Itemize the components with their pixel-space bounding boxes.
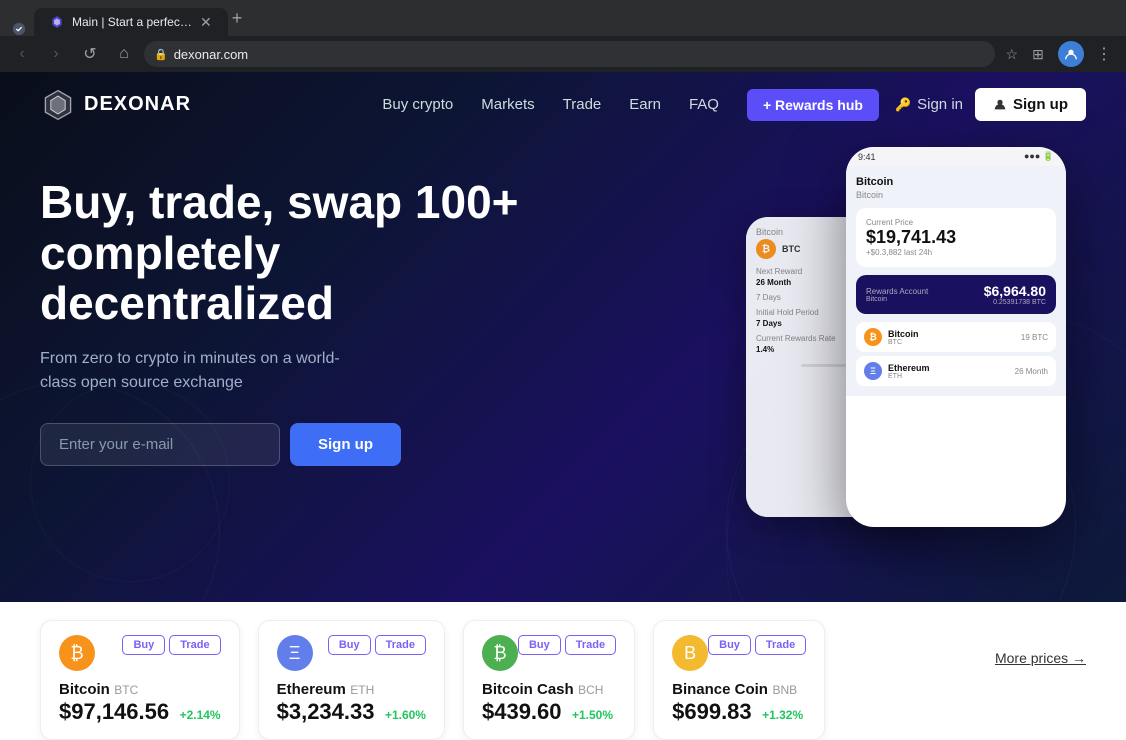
forward-button[interactable]: › xyxy=(42,40,70,68)
back-button[interactable]: ‹ xyxy=(8,40,36,68)
bnb-card-icon: B xyxy=(672,635,708,671)
nav-actions: 🔑 Sign in Sign up xyxy=(895,88,1086,121)
website: DEXONAR Buy crypto Markets Trade Earn FA… xyxy=(0,72,1126,602)
phone-price: $19,741.43 xyxy=(866,227,1046,248)
bch-card-buttons: Buy Trade xyxy=(518,635,616,655)
profile-button[interactable] xyxy=(1058,41,1084,67)
user-icon xyxy=(993,98,1007,112)
hero-section: Buy, trade, swap 100+ completely decentr… xyxy=(0,137,1126,466)
bch-card-icon: ₿ xyxy=(482,635,518,671)
eth-card-icon: Ξ xyxy=(277,635,313,671)
browser-menu-button[interactable]: ⋮ xyxy=(1090,40,1118,68)
bnb-card: B Buy Trade Binance Coin BNB $699.83 +1.… xyxy=(653,620,825,740)
bch-buy-button[interactable]: Buy xyxy=(518,635,561,655)
phone-signal-icons: ●●● 🔋 xyxy=(1024,151,1054,162)
btc-name: Bitcoin BTC xyxy=(59,681,221,699)
tab-title: Main | Start a perfect journey xyxy=(72,15,192,29)
eth-icon: Ξ xyxy=(864,362,882,380)
bch-card: ₿ Buy Trade Bitcoin Cash BCH $439.60 +1.… xyxy=(463,620,635,740)
btc-card-buttons: Buy Trade xyxy=(122,635,220,655)
bottom-section: ₿ Buy Trade Bitcoin BTC $97,146.56 +2.14… xyxy=(0,602,1126,740)
phone-time: 9:41 xyxy=(858,152,876,162)
btc-card-icon: ₿ xyxy=(59,635,95,671)
nav-links: Buy crypto Markets Trade Earn FAQ xyxy=(382,96,719,113)
key-icon: 🔑 xyxy=(895,97,911,113)
browser-chrome: Main | Start a perfect journey ✕ + ‹ › ↺… xyxy=(0,0,1126,72)
bnb-card-buttons: Buy Trade xyxy=(708,635,806,655)
email-input[interactable] xyxy=(40,423,280,466)
bnb-buy-button[interactable]: Buy xyxy=(708,635,751,655)
phone-price-card: Current Price $19,741.43 +$0.3,882 last … xyxy=(856,208,1056,267)
eth-buy-button[interactable]: Buy xyxy=(328,635,371,655)
nav-earn[interactable]: Earn xyxy=(629,96,661,113)
btc-trade-button[interactable]: Trade xyxy=(169,635,220,655)
phone-coin-btc: ₿ Bitcoin BTC 19 BTC xyxy=(856,322,1056,352)
phone-reward-card: Rewards Account Bitcoin $6,964.80 0.2539… xyxy=(856,275,1056,314)
bnb-trade-button[interactable]: Trade xyxy=(755,635,806,655)
btc-buy-button[interactable]: Buy xyxy=(122,635,165,655)
eth-card-buttons: Buy Trade xyxy=(328,635,426,655)
phone-price-change: +$0.3,882 last 24h xyxy=(866,248,1046,257)
nav-logo-text: DEXONAR xyxy=(84,93,191,116)
hero-content: Buy, trade, swap 100+ completely decentr… xyxy=(40,157,540,466)
hero-title: Buy, trade, swap 100+ completely decentr… xyxy=(40,177,540,329)
nav-markets[interactable]: Markets xyxy=(481,96,534,113)
phone-coin-eth: Ξ Ethereum ETH 26 Month xyxy=(856,356,1056,386)
phone-coin-rows: ₿ Bitcoin BTC 19 BTC Ξ Ethereum ETH xyxy=(856,322,1056,386)
home-button[interactable]: ⌂ xyxy=(110,40,138,68)
eth-card: Ξ Buy Trade Ethereum ETH $3,234.33 +1.60… xyxy=(258,620,445,740)
nav-logo[interactable]: DEXONAR xyxy=(40,87,191,123)
btc-card: ₿ Buy Trade Bitcoin BTC $97,146.56 +2.14… xyxy=(40,620,240,740)
eth-price-row: $3,234.33 +1.60% xyxy=(277,699,426,725)
bookmark-button[interactable]: ☆ xyxy=(1005,46,1018,63)
browser-toolbar: ‹ › ↺ ⌂ 🔒 dexonar.com ☆ ⊞ ⋮ xyxy=(0,36,1126,72)
url-text: dexonar.com xyxy=(174,47,248,62)
phone-reward-amount: $6,964.80 xyxy=(984,283,1046,299)
btc-icon: ₿ xyxy=(864,328,882,346)
address-bar[interactable]: 🔒 dexonar.com xyxy=(144,41,995,67)
active-tab[interactable]: Main | Start a perfect journey ✕ xyxy=(34,8,228,36)
nav-buy-crypto[interactable]: Buy crypto xyxy=(382,96,453,113)
sign-up-button[interactable]: Sign up xyxy=(975,88,1086,121)
reload-button[interactable]: ↺ xyxy=(76,40,104,68)
phone-reward-sub: 0.25391738 BTC xyxy=(984,299,1046,306)
hero-form: Sign up xyxy=(40,423,540,466)
phone-btc-ticker: Bitcoin xyxy=(856,190,1056,200)
phone-main: 9:41 ●●● 🔋 Bitcoin Bitcoin Current Price… xyxy=(846,147,1066,527)
tab-close-icon[interactable]: ✕ xyxy=(200,14,212,31)
extensions-button[interactable]: ⊞ xyxy=(1024,40,1052,68)
signin-label: Sign in xyxy=(917,96,963,113)
nav-faq[interactable]: FAQ xyxy=(689,96,719,113)
tab-favicon xyxy=(50,15,64,29)
hero-signup-button[interactable]: Sign up xyxy=(290,423,401,466)
more-prices-link[interactable]: More prices → xyxy=(995,650,1086,666)
bch-price-row: $439.60 +1.50% xyxy=(482,699,616,725)
bnb-name: Binance Coin BNB xyxy=(672,681,806,699)
bch-trade-button[interactable]: Trade xyxy=(565,635,616,655)
eth-trade-button[interactable]: Trade xyxy=(375,635,426,655)
browser-favicon xyxy=(8,22,30,36)
lock-icon: 🔒 xyxy=(154,48,168,61)
rewards-hub-button[interactable]: + Rewards hub xyxy=(747,89,879,121)
phone-status-bar: 9:41 ●●● 🔋 xyxy=(846,147,1066,166)
sign-in-link[interactable]: 🔑 Sign in xyxy=(895,96,963,113)
eth-name: Ethereum ETH xyxy=(277,681,426,699)
new-tab-button[interactable]: + xyxy=(232,8,243,29)
phone-mockup-area: Bitcoin ₿ BTC Next Reward 26 Month 7 Day… xyxy=(736,137,1086,557)
btc-price-row: $97,146.56 +2.14% xyxy=(59,699,221,725)
bnb-price-row: $699.83 +1.32% xyxy=(672,699,806,725)
navbar: DEXONAR Buy crypto Markets Trade Earn FA… xyxy=(0,72,1126,137)
signup-label: Sign up xyxy=(1013,96,1068,113)
bch-name: Bitcoin Cash BCH xyxy=(482,681,616,699)
extension-buttons: ⊞ xyxy=(1024,40,1052,68)
logo-icon xyxy=(40,87,76,123)
tab-bar: Main | Start a perfect journey ✕ + xyxy=(0,0,1126,36)
phone-bitcoin-label: Bitcoin xyxy=(856,176,1056,188)
nav-trade[interactable]: Trade xyxy=(563,96,602,113)
hero-subtitle: From zero to crypto in minutes on a worl… xyxy=(40,347,360,395)
crypto-cards: ₿ Buy Trade Bitcoin BTC $97,146.56 +2.14… xyxy=(40,620,985,740)
